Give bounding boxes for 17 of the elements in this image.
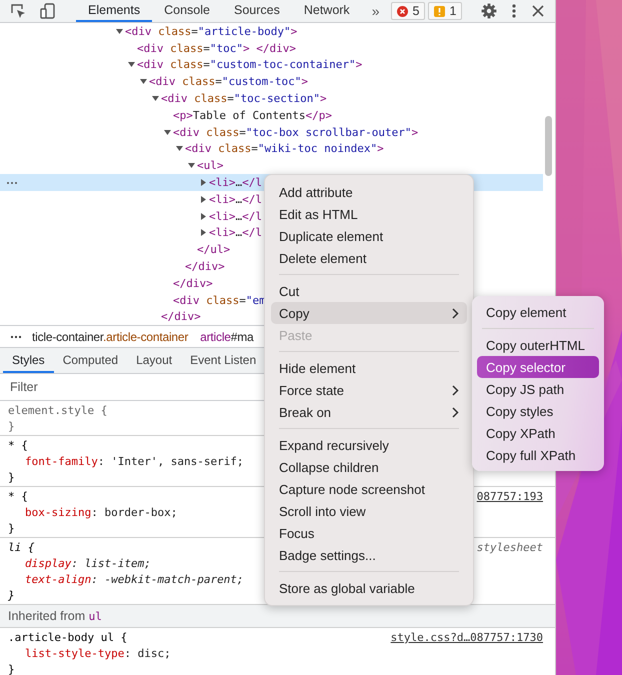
inherited-header: Inherited from ul xyxy=(0,605,555,628)
closing-tag: </ul> xyxy=(197,243,230,256)
html-tag: <li>…</l xyxy=(209,176,262,190)
closing-tag: </div> xyxy=(185,260,225,274)
css-selector: * { xyxy=(8,489,28,504)
css-selector: element.style { xyxy=(8,403,108,418)
closing-brace: } xyxy=(8,663,15,675)
closing-tag: </div> xyxy=(161,310,201,324)
css-selector: li { xyxy=(8,540,34,555)
closing-brace: } xyxy=(8,420,15,433)
closing-brace: } xyxy=(8,471,15,484)
css-selector: .article-body ul { xyxy=(8,630,128,645)
source-label: stylesheet xyxy=(476,540,543,555)
closing-brace: } xyxy=(8,589,15,602)
closing-brace: } xyxy=(8,522,15,535)
css-selector: * { xyxy=(8,438,28,453)
closing-tag: </div> xyxy=(173,276,213,290)
